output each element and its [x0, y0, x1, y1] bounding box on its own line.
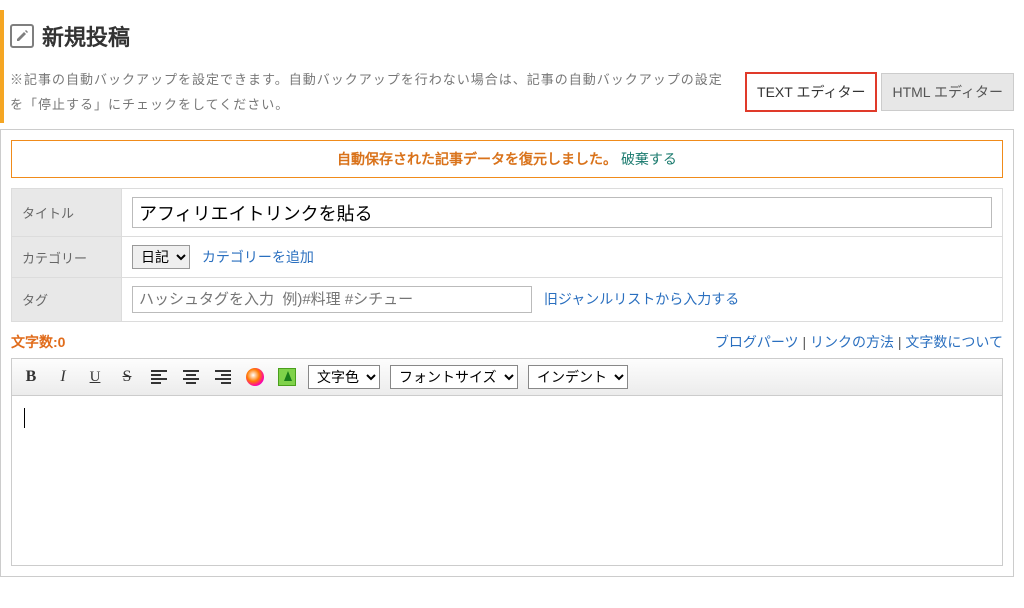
form-table: タイトル カテゴリー 日記 カテゴリーを追加 タグ 旧ジャンルリストか [11, 188, 1003, 322]
insert-image-icon[interactable] [276, 366, 298, 388]
old-genre-link[interactable]: 旧ジャンルリストから入力する [544, 291, 739, 307]
discard-link[interactable]: 破棄する [621, 151, 677, 167]
content-editor[interactable] [11, 396, 1003, 566]
backup-notice: ※記事の自動バックアップを設定できます。自動バックアップを行わない場合は、記事の… [10, 68, 730, 117]
editor-panel: 自動保存された記事データを復元しました。 破棄する タイトル カテゴリー 日記 … [0, 129, 1014, 577]
category-label: カテゴリー [12, 237, 122, 278]
underline-button[interactable]: U [84, 366, 106, 388]
editor-tabs: TEXT エディター HTML エディター [745, 72, 1014, 112]
tag-input[interactable] [132, 286, 532, 313]
pencil-icon [10, 24, 34, 48]
link-about-count[interactable]: 文字数について [905, 334, 1003, 350]
restore-message: 自動保存された記事データを復元しました。 [337, 151, 617, 167]
tag-label: タグ [12, 278, 122, 322]
meta-row: 文字数:0 ブログパーツ | リンクの方法 | 文字数について [11, 322, 1003, 358]
meta-links: ブログパーツ | リンクの方法 | 文字数について [715, 332, 1003, 352]
tab-text-editor[interactable]: TEXT エディター [745, 72, 877, 112]
indent-select[interactable]: インデント [528, 365, 628, 389]
page-header: 新規投稿 [0, 10, 1014, 62]
font-color-select[interactable]: 文字色 [308, 365, 380, 389]
title-input[interactable] [132, 197, 992, 228]
restore-bar: 自動保存された記事データを復元しました。 破棄する [11, 140, 1003, 178]
font-size-select[interactable]: フォントサイズ [390, 365, 518, 389]
char-count: 文字数:0 [11, 332, 65, 352]
align-left-button[interactable] [148, 366, 170, 388]
link-method[interactable]: リンクの方法 [810, 334, 894, 350]
editor-toolbar: B I U S 文字色 フォントサイズ インデント [11, 358, 1003, 396]
add-category-link[interactable]: カテゴリーを追加 [202, 249, 314, 265]
align-center-button[interactable] [180, 366, 202, 388]
color-picker-icon[interactable] [244, 366, 266, 388]
notice-row: ※記事の自動バックアップを設定できます。自動バックアップを行わない場合は、記事の… [0, 62, 1014, 123]
italic-button[interactable]: I [52, 366, 74, 388]
strike-button[interactable]: S [116, 366, 138, 388]
bold-button[interactable]: B [20, 366, 42, 388]
align-right-button[interactable] [212, 366, 234, 388]
category-select[interactable]: 日記 [132, 245, 190, 269]
tab-html-editor[interactable]: HTML エディター [881, 73, 1014, 111]
title-label: タイトル [12, 189, 122, 237]
link-blog-parts[interactable]: ブログパーツ [715, 334, 799, 350]
page-title: 新規投稿 [42, 20, 130, 52]
text-cursor [24, 408, 25, 428]
